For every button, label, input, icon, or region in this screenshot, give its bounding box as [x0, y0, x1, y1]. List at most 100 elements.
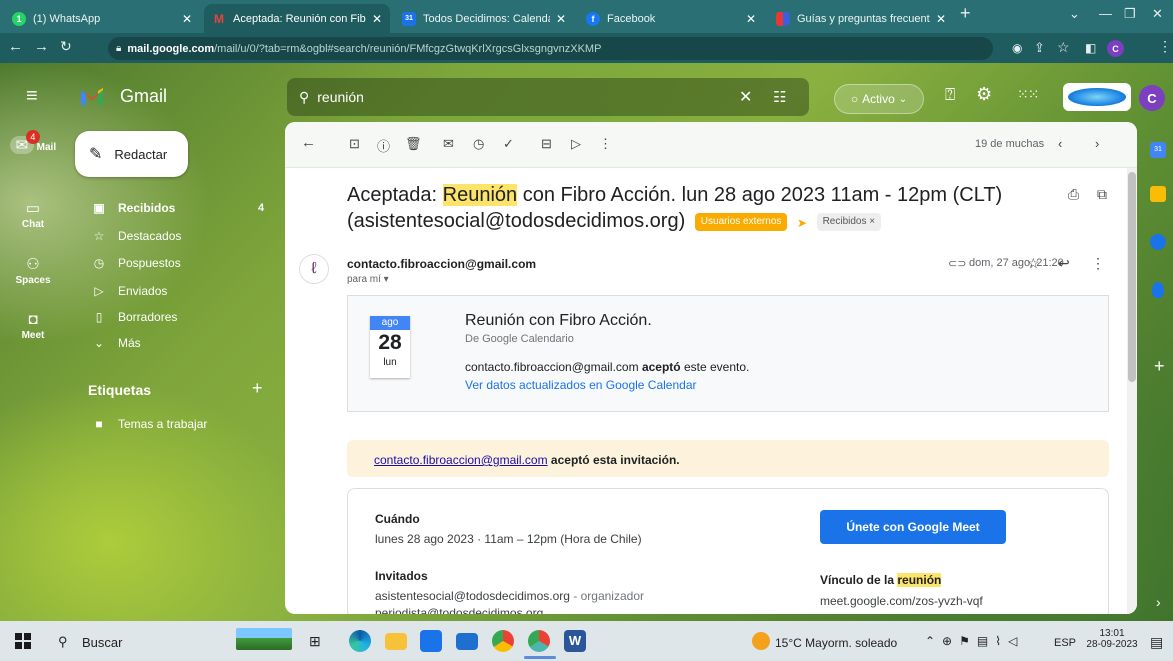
edge-browser-icon[interactable]: [349, 630, 371, 652]
tasks-addon-icon[interactable]: [1150, 234, 1166, 250]
search-options-icon[interactable]: ☷: [773, 88, 786, 106]
sender-email[interactable]: contacto.fibroaccion@gmail.com: [347, 257, 536, 271]
archive-icon[interactable]: ⊡: [349, 136, 360, 152]
close-icon[interactable]: ✕: [746, 12, 756, 26]
print-icon[interactable]: ⎙: [1068, 186, 1079, 203]
system-tray-icons[interactable]: ⌃⊕⚑▤⌇◁: [925, 634, 1024, 648]
report-spam-icon[interactable]: ⓘ: [377, 136, 390, 155]
notification-icon[interactable]: ▤: [1150, 634, 1163, 651]
clear-search-icon[interactable]: ✕: [739, 87, 752, 107]
taskbar-search-icon[interactable]: ⚲: [58, 634, 68, 650]
nav-sent[interactable]: ▷ Enviados: [90, 279, 270, 303]
contacts-addon-icon[interactable]: [1152, 282, 1164, 298]
organization-logo[interactable]: [1063, 83, 1131, 111]
window-close-button[interactable]: ✕: [1152, 6, 1163, 22]
taskbar-search-label[interactable]: Buscar: [82, 635, 122, 650]
file-explorer-icon[interactable]: [385, 633, 407, 650]
importance-marker-icon[interactable]: ➤: [797, 216, 807, 230]
banner-email-link[interactable]: contacto.fibroaccion@gmail.com: [374, 453, 548, 467]
windows-start-icon[interactable]: [15, 633, 31, 649]
guest-2[interactable]: periodista@todosdecidimos.org: [375, 606, 543, 614]
mark-unread-icon[interactable]: ✉︎: [443, 136, 454, 152]
tab-search-chevron-icon[interactable]: ⌄: [1069, 6, 1080, 22]
restore-button[interactable]: ❐: [1124, 6, 1136, 22]
browser-menu-icon[interactable]: ⋮: [1158, 38, 1172, 55]
sidepanel-icon[interactable]: ◧: [1085, 41, 1096, 55]
close-icon[interactable]: ✕: [936, 12, 946, 26]
keep-addon-icon[interactable]: [1150, 186, 1166, 202]
rail-chat[interactable]: ▭ Chat: [8, 199, 58, 230]
guest-email[interactable]: asistentesocial@todosdecidimos.org: [375, 589, 570, 603]
add-to-tasks-icon[interactable]: ✓: [503, 136, 514, 152]
tab-calendar[interactable]: 31 Todos Decidimos: Calendario ✕: [394, 4, 574, 33]
apps-grid-icon[interactable]: ⁙⁙: [1017, 86, 1039, 103]
store-icon[interactable]: [420, 630, 442, 652]
bookmark-star-icon[interactable]: ☆: [1057, 39, 1070, 56]
language-indicator[interactable]: ESP: [1054, 637, 1076, 649]
more-options-icon[interactable]: ⋮: [1091, 255, 1105, 272]
tab-whatsapp[interactable]: 1 (1) WhatsApp ✕: [4, 4, 200, 33]
close-icon[interactable]: ✕: [372, 12, 382, 26]
open-new-window-icon[interactable]: ⧉: [1097, 186, 1107, 203]
snooze-clock-icon[interactable]: ◷: [473, 136, 484, 152]
delete-trash-icon[interactable]: 🗑︎: [405, 136, 422, 152]
nav-starred[interactable]: ☆ Destacados: [90, 224, 270, 248]
meet-url[interactable]: meet.google.com/zos-yvzh-vqf: [820, 594, 983, 608]
star-icon[interactable]: ☆: [1027, 255, 1040, 272]
task-view-icon[interactable]: ⊞: [309, 633, 321, 650]
weather-text[interactable]: 15°C Mayorm. soleado: [775, 636, 897, 650]
rail-spaces[interactable]: ⚇ Spaces: [8, 255, 58, 286]
close-icon[interactable]: ✕: [556, 12, 566, 26]
clock[interactable]: 13:01 28-09-2023: [1086, 628, 1138, 650]
label-item[interactable]: ■ Temas a trabajar: [90, 412, 270, 436]
label-icon[interactable]: ▷: [571, 136, 581, 152]
scrollbar-thumb[interactable]: [1128, 172, 1136, 382]
tab-guides[interactable]: Guías y preguntas frecuentes ✕: [768, 4, 954, 33]
chrome-icon[interactable]: [492, 630, 514, 652]
word-icon[interactable]: W: [564, 630, 586, 652]
add-label-icon[interactable]: +: [252, 378, 263, 399]
tab-facebook[interactable]: f Facebook ✕: [578, 4, 764, 33]
nav-drafts[interactable]: ▯ Borradores: [90, 305, 270, 329]
chrome-profile-icon[interactable]: [528, 630, 550, 652]
mail-app-icon[interactable]: [456, 633, 478, 650]
status-dropdown[interactable]: ○ Activo ⌄: [834, 84, 924, 114]
new-tab-button[interactable]: +: [960, 3, 971, 24]
newer-chevron-icon[interactable]: ‹: [1058, 136, 1062, 151]
back-arrow-icon[interactable]: ←: [8, 38, 23, 55]
external-users-chip[interactable]: Usuarios externos: [694, 212, 788, 231]
close-icon[interactable]: ✕: [182, 12, 192, 26]
nav-snoozed[interactable]: ◷ Pospuestos: [90, 251, 270, 275]
account-avatar[interactable]: C: [1139, 85, 1165, 111]
more-vertical-icon[interactable]: ⋮: [599, 136, 612, 152]
tab-gmail[interactable]: M Aceptada: Reunión con Fibro ✕: [204, 4, 390, 33]
url-bar[interactable]: 🔒︎ mail.google.com /mail/u/0/?tab=rm&ogb…: [108, 37, 993, 60]
calendar-link[interactable]: Ver datos actualizados en Google Calenda…: [465, 378, 697, 392]
remove-label-icon[interactable]: ×: [869, 216, 875, 227]
gmail-logo-icon[interactable]: [80, 86, 104, 106]
reply-icon[interactable]: ↩: [1058, 255, 1070, 272]
move-to-icon[interactable]: ⊟: [541, 136, 552, 152]
search-bar[interactable]: ⚲ reunión ✕ ☷: [287, 78, 809, 116]
expand-side-panel-icon[interactable]: ›: [1156, 594, 1161, 610]
profile-avatar[interactable]: C: [1107, 40, 1124, 57]
help-icon[interactable]: ⍰: [945, 85, 955, 105]
search-icon[interactable]: ⚲: [299, 89, 309, 106]
recipient-dropdown[interactable]: para mí ▾: [347, 274, 389, 285]
add-addon-icon[interactable]: +: [1154, 356, 1165, 377]
share-icon[interactable]: ⇪: [1034, 40, 1045, 56]
rail-mail[interactable]: ✉︎ 4 Mail: [8, 130, 58, 156]
main-menu-icon[interactable]: ≡: [26, 85, 38, 108]
search-highlight-image[interactable]: [236, 628, 292, 650]
search-query[interactable]: reunión: [317, 89, 364, 105]
older-chevron-icon[interactable]: ›: [1095, 136, 1099, 151]
settings-gear-icon[interactable]: ⚙: [976, 84, 992, 105]
nav-more[interactable]: ⌄ Más: [90, 331, 270, 355]
forward-arrow-icon[interactable]: →: [34, 38, 49, 55]
calendar-addon-icon[interactable]: 31: [1150, 142, 1166, 158]
join-meet-button[interactable]: Únete con Google Meet: [820, 510, 1006, 544]
minimize-button[interactable]: —: [1099, 6, 1112, 21]
eye-icon[interactable]: ◉: [1012, 41, 1022, 55]
sender-avatar[interactable]: ℓ: [299, 254, 329, 284]
inbox-label-chip[interactable]: Recibidos ×: [816, 212, 882, 231]
